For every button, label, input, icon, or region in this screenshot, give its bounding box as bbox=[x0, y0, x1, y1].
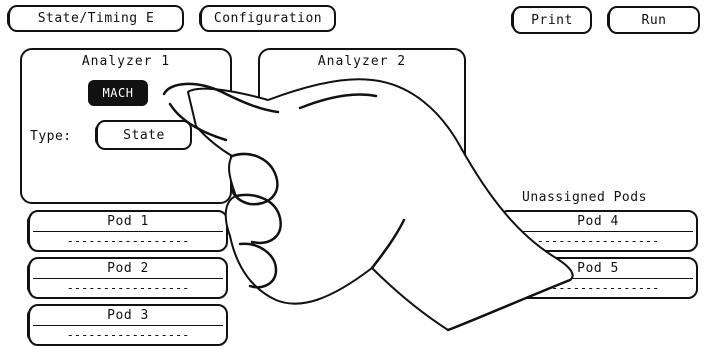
pod-3-bits: ----------------- bbox=[66, 328, 190, 342]
pod-1[interactable]: Pod 1 ----------------- bbox=[27, 210, 228, 252]
type-selector[interactable]: State bbox=[95, 120, 192, 150]
print-label: Print bbox=[531, 12, 573, 28]
configuration-button[interactable]: Configuration bbox=[199, 5, 336, 32]
pod-2-bits: ----------------- bbox=[66, 281, 190, 295]
unassigned-pods-title: Unassigned Pods bbox=[522, 190, 647, 205]
pod-1-bits: ----------------- bbox=[66, 234, 190, 248]
state-timing-menu-button[interactable]: State/Timing E bbox=[7, 5, 184, 32]
pod-3-divider bbox=[33, 325, 223, 326]
print-button[interactable]: Print bbox=[511, 6, 592, 34]
pod-5[interactable]: Pod 5 ----------------- bbox=[497, 257, 698, 299]
pod-2-divider bbox=[33, 278, 223, 279]
type-value: State bbox=[123, 127, 165, 143]
analyzer-1-title: Analyzer 1 bbox=[81, 54, 171, 69]
pod-4-divider bbox=[503, 231, 693, 232]
type-label: Type: bbox=[30, 129, 72, 144]
pod-3-label: Pod 3 bbox=[107, 308, 149, 323]
run-label: Run bbox=[641, 12, 667, 28]
analyzer-1-name-button[interactable]: MACH bbox=[88, 80, 148, 106]
pod-3[interactable]: Pod 3 ----------------- bbox=[27, 304, 228, 346]
configuration-label: Configuration bbox=[213, 11, 323, 26]
pod-2[interactable]: Pod 2 ----------------- bbox=[27, 257, 228, 299]
pod-1-divider bbox=[33, 231, 223, 232]
analyzer-2-panel: Analyzer 2 bbox=[258, 48, 466, 204]
pod-4[interactable]: Pod 4 ----------------- bbox=[497, 210, 698, 252]
run-button[interactable]: Run bbox=[607, 6, 700, 34]
pod-1-label: Pod 1 bbox=[107, 214, 149, 229]
pod-2-label: Pod 2 bbox=[107, 261, 149, 276]
analyzer-2-title: Analyzer 2 bbox=[317, 54, 407, 69]
pod-5-bits: ----------------- bbox=[536, 281, 660, 295]
pod-5-divider bbox=[503, 278, 693, 279]
pod-5-label: Pod 5 bbox=[577, 261, 619, 276]
state-timing-menu-label: State/Timing E bbox=[37, 11, 155, 26]
pod-4-bits: ----------------- bbox=[536, 234, 660, 248]
analyzer-1-name-label: MACH bbox=[102, 86, 134, 100]
pod-4-label: Pod 4 bbox=[577, 214, 619, 229]
